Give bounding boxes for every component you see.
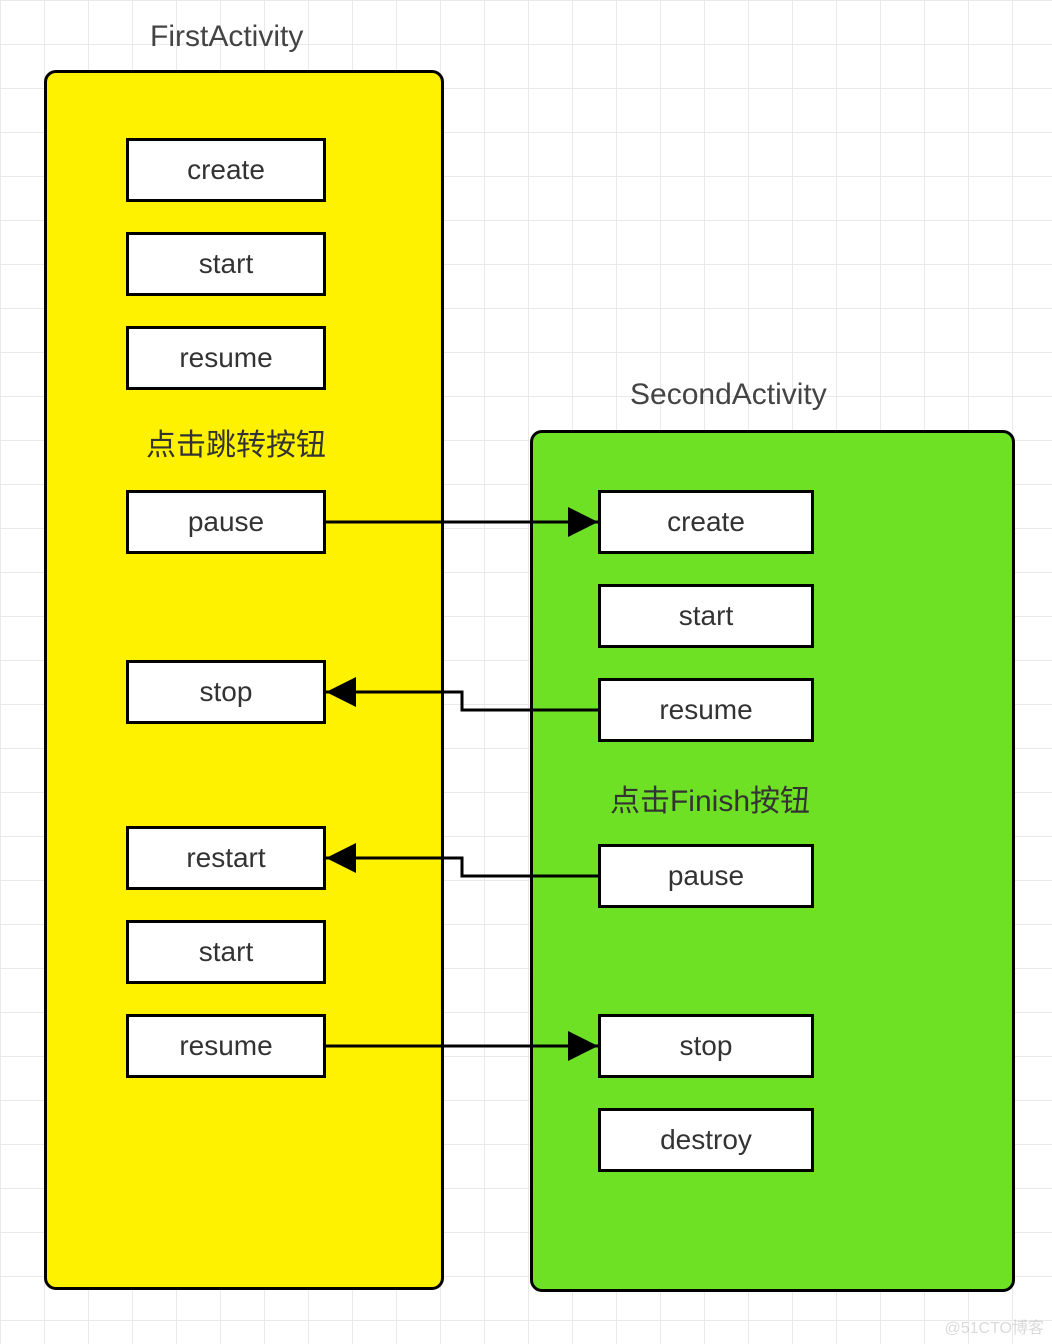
first-stop-box: stop (126, 660, 326, 724)
first-start-box-1: start (126, 232, 326, 296)
first-create-box: create (126, 138, 326, 202)
second-destroy-box: destroy (598, 1108, 814, 1172)
first-resume-box-2: resume (126, 1014, 326, 1078)
first-resume-box-1: resume (126, 326, 326, 390)
click-finish-label: 点击Finish按钮 (590, 776, 830, 820)
second-resume-box: resume (598, 678, 814, 742)
diagram-stage: FirstActivity SecondActivity create star… (0, 0, 1052, 1344)
second-activity-title: SecondActivity (630, 378, 827, 412)
first-start-box-2: start (126, 920, 326, 984)
second-start-box: start (598, 584, 814, 648)
first-restart-box: restart (126, 826, 326, 890)
second-pause-box: pause (598, 844, 814, 908)
watermark: @51CTO博客 (944, 1314, 1044, 1338)
first-activity-title: FirstActivity (150, 20, 303, 54)
click-jump-label: 点击跳转按钮 (126, 420, 346, 464)
second-stop-box: stop (598, 1014, 814, 1078)
second-create-box: create (598, 490, 814, 554)
first-pause-box: pause (126, 490, 326, 554)
